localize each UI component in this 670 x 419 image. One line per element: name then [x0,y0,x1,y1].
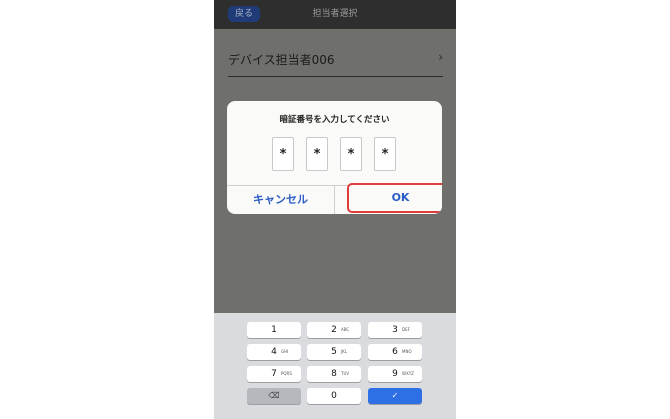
key-letters: WXYZ [402,371,414,376]
key-letters: PQRS [281,371,292,376]
pin-digit-3[interactable]: * [340,137,362,171]
key-2[interactable]: 2 ABC [307,322,361,338]
key-digit: 3 [392,325,398,335]
key-digit: 0 [331,391,337,401]
key-digit: 4 [271,347,277,357]
ok-button[interactable]: OK [347,183,442,213]
key-1[interactable]: 1 [247,322,301,338]
key-9[interactable]: 9 WXYZ [368,366,422,382]
delete-key[interactable]: ⌫ [247,388,301,404]
list-item-label: デバイス担当者006 [228,53,335,67]
key-letters: ABC [341,327,350,332]
pin-digit-2[interactable]: * [306,137,328,171]
dialog-title: 暗証番号を入力してください [279,115,390,125]
key-7[interactable]: 7 PQRS [247,366,301,382]
checkmark-icon: ✓ [391,391,399,400]
list-item-device-user[interactable]: デバイス担当者006 › [228,45,443,77]
key-letters: JKL [341,349,348,354]
done-key[interactable]: ✓ [368,388,422,404]
key-letters: DEF [402,327,410,332]
key-digit: 2 [331,325,337,335]
phone-screen: 担当者選択 戻る デバイス担当者006 › 暗証番号を入力してください * * … [214,0,456,419]
pin-digit-1[interactable]: * [272,137,294,171]
page: 担当者選択 戻る デバイス担当者006 › 暗証番号を入力してください * * … [0,0,670,419]
button-divider [334,185,335,214]
back-button[interactable]: 戻る [228,6,260,22]
key-4[interactable]: 4 GHI [247,344,301,360]
pin-dialog: 暗証番号を入力してください * * * * キャンセル OK [227,101,442,214]
pin-digit-4[interactable]: * [374,137,396,171]
key-letters: GHI [281,349,289,354]
key-digit: 8 [331,369,337,379]
key-digit: 7 [271,369,277,379]
key-letters: MNO [402,349,412,354]
chevron-right-icon: › [438,50,443,64]
key-digit: 1 [271,325,277,335]
key-0[interactable]: 0 [307,388,361,404]
cancel-button[interactable]: キャンセル [227,186,334,214]
backspace-icon: ⌫ [268,391,280,400]
key-3[interactable]: 3 DEF [368,322,422,338]
key-digit: 6 [392,347,398,357]
key-8[interactable]: 8 TUV [307,366,361,382]
numeric-keypad: 1 2 ABC 3 DEF 4 GHI 5 JKL 6 MNO 7 PQRS 8… [214,313,456,419]
key-5[interactable]: 5 JKL [307,344,361,360]
key-6[interactable]: 6 MNO [368,344,422,360]
key-digit: 5 [331,347,337,357]
top-bar: 担当者選択 戻る [214,0,456,29]
key-letters: TUV [341,371,350,376]
